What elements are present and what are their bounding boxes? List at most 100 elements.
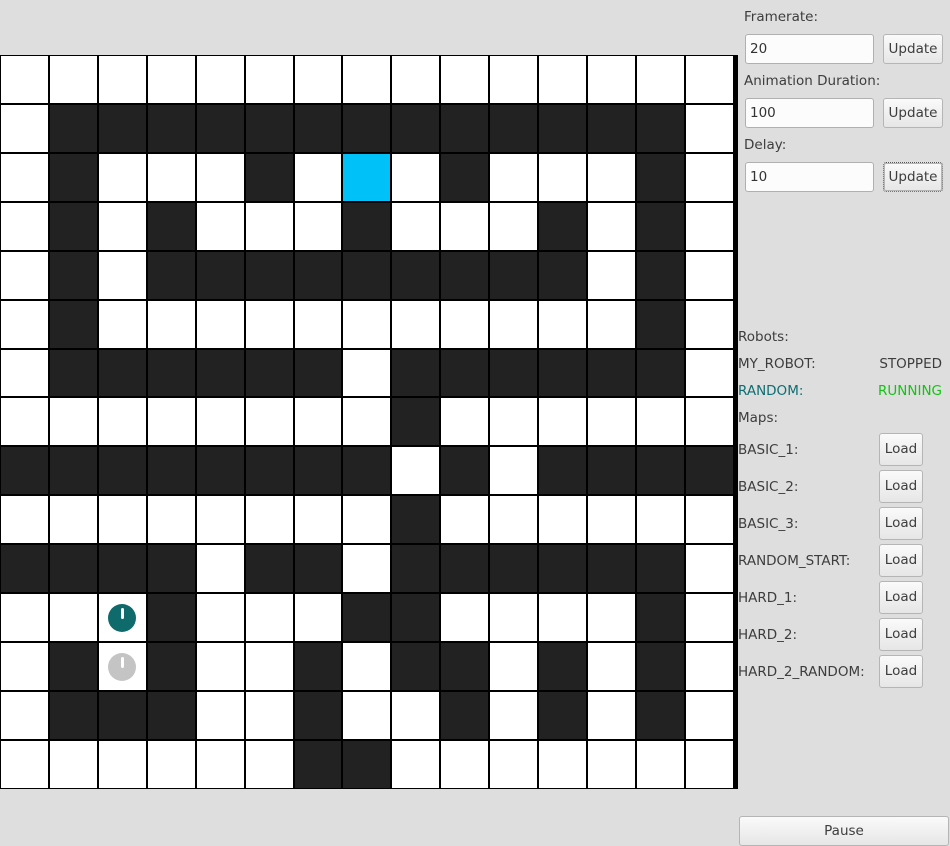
maze-open-cell [0,397,49,447]
maze-open-cell [391,152,441,202]
maze-wall-cell [635,446,685,496]
maze-open-cell [97,250,147,300]
maze-open-cell [244,201,294,251]
animation-duration-update-button[interactable]: Update [883,98,943,128]
framerate-label: Framerate: [744,9,819,25]
maze-open-cell [489,593,539,643]
maze-wall-cell [587,446,636,496]
maze-open-cell [195,690,245,740]
maze-open-cell [440,495,490,545]
maze-open-cell [195,55,245,104]
maze-wall-cell [489,250,539,300]
maze-wall-cell [635,299,685,349]
maze-wall-cell [244,152,294,202]
maze-open-cell [489,739,539,789]
maze-open-cell [587,642,636,691]
framerate-field[interactable]: 20 [745,34,874,64]
map-label-hard-2: HARD_2: [738,627,798,643]
maze-open-cell [684,55,734,104]
maze-grid [0,55,738,789]
maze-wall-cell [195,250,245,300]
maze-wall-cell [489,348,539,398]
maze-wall-cell [635,103,685,153]
maze-wall-cell [48,690,98,740]
maze-open-cell [684,348,734,398]
maze-open-cell [440,593,490,643]
maze-open-cell [538,55,588,104]
maze-open-cell [97,739,147,789]
maze-open-cell [244,55,294,104]
maze-open-cell [293,593,343,643]
maze-wall-cell [48,201,98,251]
maze-open-cell [587,495,636,545]
maze-open-cell [391,739,441,789]
maze-open-cell [538,299,588,349]
maze-open-cell [489,642,539,691]
map-label-hard-1: HARD_1: [738,590,798,606]
maze-wall-cell [146,250,196,300]
maze-open-cell [195,299,245,349]
maze-open-cell [489,446,539,496]
load-hard-2-random-button[interactable]: Load [879,655,923,688]
maze-wall-cell [342,739,392,789]
load-hard-2-button[interactable]: Load [879,618,923,651]
maze-open-cell [489,55,539,104]
maze-wall-cell [293,739,343,789]
delay-field[interactable]: 10 [745,162,874,192]
maze-open-cell [244,495,294,545]
maze-wall-cell [195,348,245,398]
maze-wall-cell [391,495,441,545]
maze-open-cell [391,690,441,740]
framerate-update-button[interactable]: Update [883,34,943,64]
maze-open-cell [0,593,49,643]
maze-wall-cell [440,103,490,153]
maze-open-cell [635,739,685,789]
maze-wall-cell [440,690,490,740]
maze-open-cell [244,690,294,740]
robot-my-robot-icon [108,652,137,681]
maze-open-cell [244,739,294,789]
maze-open-cell [0,201,49,251]
maze-open-cell [0,250,49,300]
maze-wall-cell [635,544,685,594]
maze-open-cell [293,397,343,447]
maze-wall-cell [489,103,539,153]
maze-open-cell [391,55,441,104]
maze-open-cell [489,495,539,545]
maze-wall-cell [0,446,49,496]
robot-name-my-robot: MY_ROBOT: [738,356,816,372]
maze-open-cell [0,55,49,104]
maze-open-cell [293,495,343,545]
maze-wall-cell [635,690,685,740]
maze-wall-cell [587,544,636,594]
maze-wall-cell [48,103,98,153]
maze-open-cell [489,397,539,447]
maze-wall-cell [97,544,147,594]
maze-wall-cell [195,446,245,496]
maze-wall-cell [97,446,147,496]
maze-open-cell [97,55,147,104]
maze-wall-cell [538,642,588,691]
pause-button[interactable]: Pause [739,816,949,846]
maze-open-cell [293,201,343,251]
maze-open-cell [538,495,588,545]
load-basic-1-button[interactable]: Load [879,433,923,466]
maze-wall-cell [244,544,294,594]
maze-wall-cell [684,446,734,496]
maze-wall-cell [195,103,245,153]
maze-open-cell [48,55,98,104]
maze-open-cell [684,397,734,447]
load-hard-1-button[interactable]: Load [879,581,923,614]
load-random-start-button[interactable]: Load [879,544,923,577]
maze-open-cell [48,593,98,643]
maze-wall-cell [97,103,147,153]
animation-duration-field[interactable]: 100 [745,98,874,128]
maze-wall-cell [440,446,490,496]
maze-wall-cell [342,201,392,251]
load-basic-2-button[interactable]: Load [879,470,923,503]
delay-update-button[interactable]: Update [883,162,943,192]
robot-status-random: RUNNING [878,383,942,399]
maze-open-cell [684,201,734,251]
load-basic-3-button[interactable]: Load [879,507,923,540]
maze-open-cell [97,397,147,447]
